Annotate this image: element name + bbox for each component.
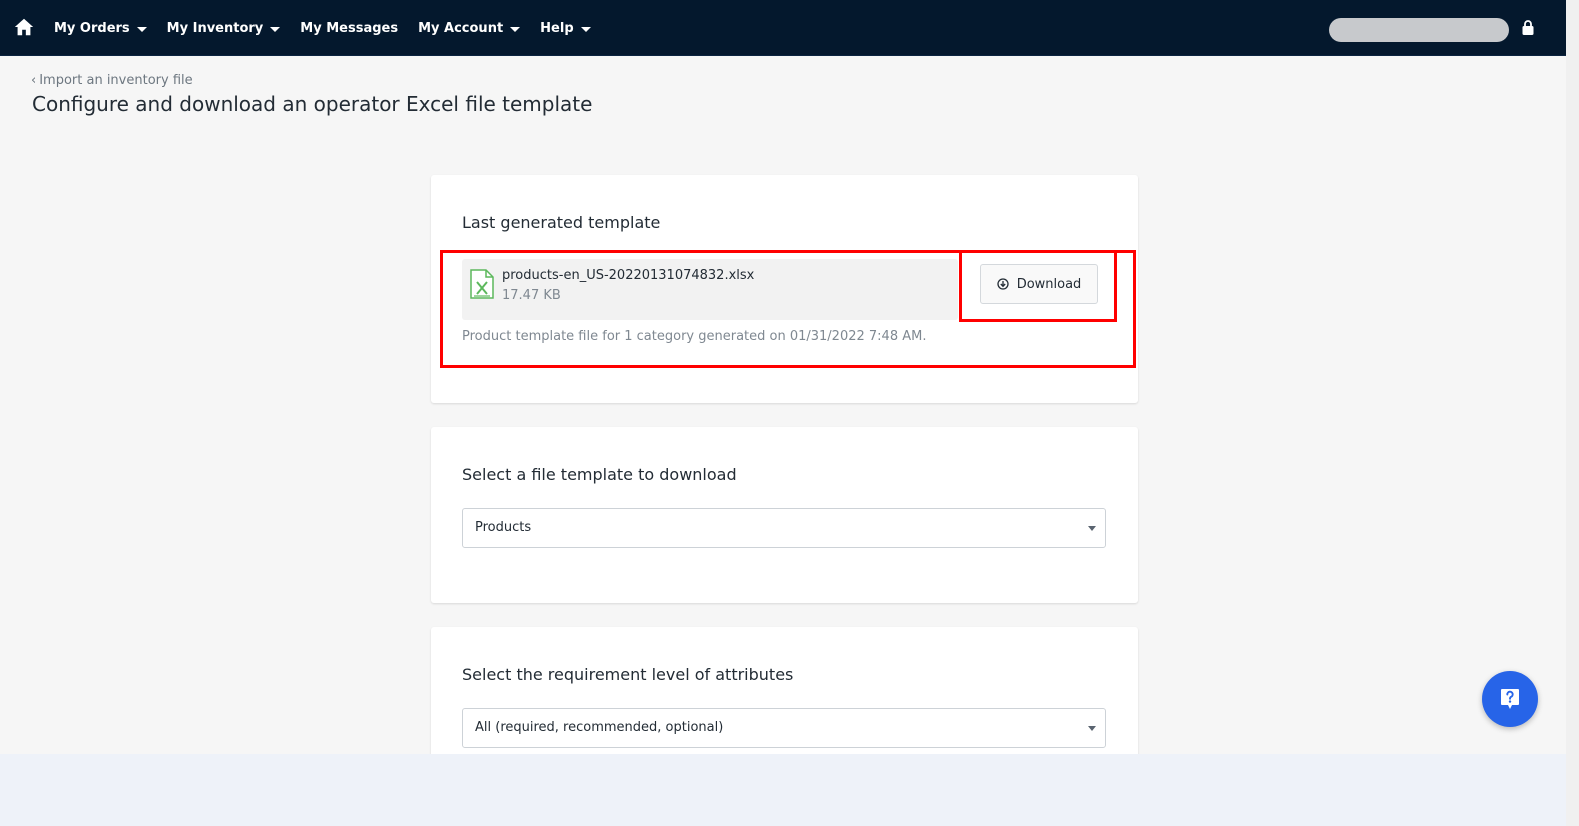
top-navbar: My Orders My Inventory My Messages My Ac… (0, 0, 1566, 56)
nav-item-my-orders[interactable]: My Orders (54, 21, 147, 36)
help-chat-button[interactable] (1482, 671, 1538, 727)
caret-down-icon (270, 26, 281, 32)
question-bubble-icon (1501, 689, 1519, 709)
breadcrumb-back-link[interactable]: ‹ Import an inventory file (31, 73, 193, 88)
nav-item-my-messages[interactable]: My Messages (300, 21, 398, 36)
breadcrumb-label: Import an inventory file (39, 73, 193, 88)
account-name-pill[interactable] (1329, 18, 1509, 42)
caret-down-icon (1088, 526, 1096, 531)
nav-item-my-inventory[interactable]: My Inventory (167, 21, 281, 36)
file-template-select[interactable]: Products (462, 508, 1106, 548)
file-template-card: Select a file template to download Produ… (431, 427, 1138, 603)
nav-item-my-account[interactable]: My Account (418, 20, 521, 36)
requirement-level-select[interactable]: All (required, recommended, optional) (462, 708, 1106, 748)
nav-item-label: Help (540, 20, 574, 36)
requirement-level-card: Select the requirement level of attribut… (431, 627, 1138, 754)
chevron-left-icon: ‹ (31, 73, 37, 88)
caret-down-icon (136, 26, 147, 32)
lock-icon[interactable] (1522, 20, 1534, 35)
card-title: Last generated template (462, 213, 661, 232)
caret-down-icon (1088, 726, 1096, 731)
nav-item-label: My Account (418, 20, 504, 36)
nav-menu: My Orders My Inventory My Messages My Ac… (54, 0, 611, 56)
card-title: Select the requirement level of attribut… (462, 665, 794, 684)
highlight-box-download (959, 250, 1117, 322)
nav-item-label: My Messages (300, 20, 399, 36)
caret-down-icon (510, 26, 521, 32)
vertical-scrollbar[interactable] (1566, 0, 1579, 826)
home-icon[interactable] (13, 16, 35, 38)
select-value: All (required, recommended, optional) (475, 720, 724, 735)
nav-item-label: My Orders (54, 20, 130, 36)
caret-down-icon (580, 26, 591, 32)
card-title: Select a file template to download (462, 465, 737, 484)
select-value: Products (475, 520, 532, 535)
page-content: ‹ Import an inventory file Configure and… (0, 56, 1566, 754)
nav-item-help[interactable]: Help (540, 20, 591, 36)
page-title: Configure and download an operator Excel… (32, 92, 593, 116)
nav-item-label: My Inventory (166, 20, 264, 36)
